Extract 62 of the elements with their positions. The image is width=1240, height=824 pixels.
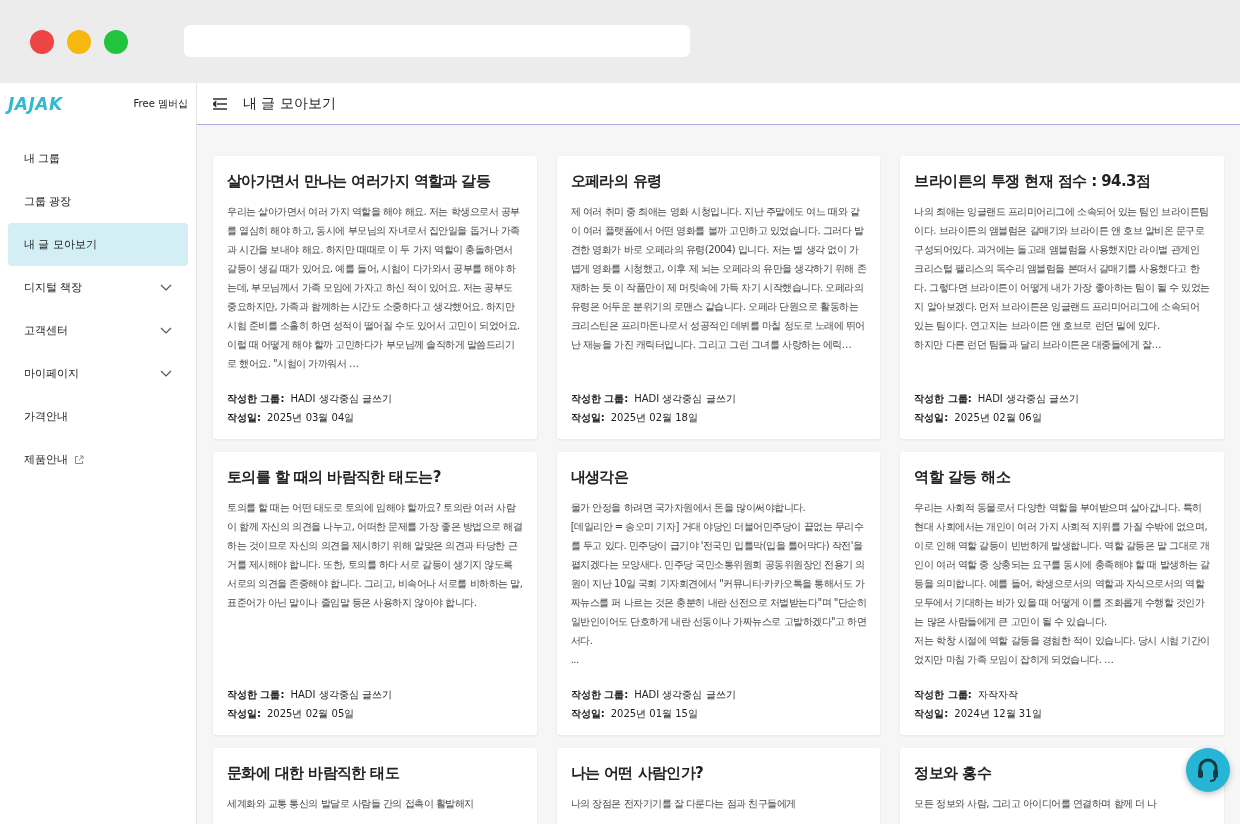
group-value: HADI 생각중심 글쓰기 [634,688,736,702]
post-excerpt: 나의 장점은 전자기기를 잘 다룬다는 점과 친구들에게 [570,797,797,811]
sidebar-item[interactable]: 내 그룹 [8,137,188,180]
post-excerpt: 우리는 사회적 동물로서 다양한 역할을 부여받으며 살아갑니다. 특히 현대 사회에서는 개인이 여러 가지 사회적 지위를 가질 수밖에 없으며, 이로 인해 역할 갈등이 빈번하게 발생합니다. 역할 갈등은 말 그대로 개인이 여러 역할 중 상충되는 요구를 동시에 충족해야 할 때 발생하는 갈등을 의미합니다. 예를 들어, 학생으로서의 역할과 자식으로서의 역할 모두에서 기대하는 바가 있을 때 어떻게 이를 조화롭게 수행할 것인가는 많은 사람들에게 큰 고민이 될 수 있습니다. 저는 학창 시절에 역할 갈등을 경험한 적이 있습니다. 당시 시험 기간이었지만 마침 가족 모임이 잡히게 되었습니다. … [914,501,1210,667]
menu-icon[interactable] [213,97,227,110]
group-value: HADI 생각중심 글쓰기 [977,392,1080,406]
date-value: 2025년 02월 06일 [954,411,1042,425]
sidebar-item[interactable]: 제품안내 [8,438,188,481]
sidebar-item[interactable]: 그룹 광장 [8,180,188,223]
post-title[interactable]: 나는 어떤 사람인가? [570,762,704,784]
group-label: 작성한 그룹: [227,392,285,406]
membership-label: Free 멤버십 [133,96,188,111]
group-label: 작성한 그룹: [914,392,972,406]
post-title[interactable]: 토의를 할 때의 바람직한 태도는? [227,466,441,488]
post-card[interactable]: 문화에 대한 바람직한 태도 세계화와 교통 통신의 발달로 사람들 간의 접촉이 활발해지 [213,748,537,824]
date-value: 2025년 02월 18일 [610,411,698,425]
page-title: 내 글 모아보기 [243,94,336,113]
date-value: 2025년 03월 04일 [267,411,355,425]
date-label: 작성일: [570,411,605,425]
post-excerpt: 모든 정보와 사람, 그리고 아이디어를 연결하며 함께 더 나 [914,797,1158,811]
date-label: 작성일: [914,411,949,425]
group-value: HADI 생각중심 글쓰기 [290,392,392,406]
sidebar-item[interactable]: 디지털 책장 [8,266,188,309]
group-value: HADI 생각중심 글쓰기 [290,688,392,702]
group-label: 작성한 그룹: [914,688,972,702]
post-title[interactable]: 내생각은 [570,466,629,488]
post-excerpt: 우리는 살아가면서 여러 가지 역할을 해야 해요. 저는 학생으로서 공부를 열심히 해야 하고, 동시에 부모님의 자녀로서 집안일을 돕거나 가족과 시간을 보내야 해요. 하지만 때때로 이 두 가지 역할이 충돌하면서 갈등이 생길 때가 있어요. 예를 들어, 시험이 다가와서 공부를 해야 하는데, 부모님께서 가족 모임에 가자고 하신 적이 있어요. 저는 공부도 중요하지만, 가족과 함께하는 시간도 소중하다고 생각했어요. 하지만 시험 준비를 소홀히 하면 성적이 떨어질 수도 있어서 고민이 되었어요. 이럴 때 어떻게 해야 할까 고민하다가 부모님께 솔직하게 말씀드리기로 했어요. "시험이 가까워서 … [227,205,521,371]
group-value: HADI 생각중심 글쓰기 [634,392,736,406]
date-label: 작성일: [914,707,949,721]
post-title[interactable]: 살아가면서 만나는 여러가지 역할과 갈등 [227,170,491,192]
post-title[interactable]: 브라이튼의 투쟁 현재 점수 : 94.3점 [914,170,1151,192]
external-link-icon [74,454,84,465]
date-value: 2024년 12월 31일 [954,707,1042,721]
post-title[interactable]: 오페라의 유령 [570,170,662,192]
sidebar-item[interactable]: 마이페이지 [8,352,188,395]
headset-icon [1197,758,1219,782]
group-value: 자작자작 [977,688,1018,702]
post-excerpt: 제 여러 취미 중 최애는 영화 시청입니다. 지난 주말에도 여느 때와 같이 여러 플랫폼에서 어떤 영화를 볼까 고민하고 있었습니다. 그러다 발견한 영화가 바로 오페라의 유령(2004) 입니다. 저는 별 생각 없이 가볍게 영화를 시청했고, 이후 제 뇌는 오페라의 유만을 생각하기 위해 존재하는 듯 이 작품만이 제 머릿속에 가득 차기 시작했습니다. 오페라의 유령은 어두운 분위기의 로맨스 같습니다. 오페라 단원으로 활동하는 크리스틴은 프리마돈나로서 성공적인 데뷔를 마칠 정도로 노래에 뛰어난 재능을 가진 캐릭터입니다. 그리고 그런 그녀를 사랑하는 에릭… [570,205,867,352]
post-excerpt: 나의 최애는 잉글랜드 프리미어리그에 소속되어 있는 팀인 브라이튼팀이다. 브라이튼의 앰블럼은 갈매기와 브라이튼 앤 호브 알비온 문구로 구성되어있다. 과거에는 돌고래 앰블럼을 사용했지만 라이벌 관계인 크리스털 팰리스의 독수리 앰블럼을 본떠서 갈매기를 사용했다고 한다. 그렇다면 브라이튼이 어떻게 내가 가장 좋아하는 팀이 될 수 있었는지 알아보겠다. 먼저 브라이튼은 잉글랜드 프리미어리그에 소속되어 있는 팀이다. 연고지는 브라이튼 앤 호브로 런던 밑에 있다. 하지만 다른 런던 팀들과 달리 브라이튼은 대중들에게 잘… [914,205,1210,352]
chevron-down-icon [160,327,172,334]
date-value: 2025년 02월 05일 [267,707,355,721]
group-label: 작성한 그룹: [570,688,629,702]
sidebar-item[interactable]: 가격안내 [8,395,188,438]
date-value: 2025년 01월 15일 [610,707,698,721]
post-card[interactable]: 정보와 홍수 모든 정보와 사람, 그리고 아이디어를 연결하며 함께 더 나 [900,748,1224,824]
post-excerpt: 세계화와 교통 통신의 발달로 사람들 간의 접촉이 활발해지 [227,797,475,811]
post-title[interactable]: 정보와 홍수 [914,762,991,784]
chevron-down-icon [160,284,172,291]
group-label: 작성한 그룹: [227,688,285,702]
group-label: 작성한 그룹: [570,392,629,406]
close-window-button[interactable] [30,29,54,54]
sidebar-item[interactable]: 고객센터 [8,309,188,352]
post-card[interactable]: 나는 어떤 사람인가? 나의 장점은 전자기기를 잘 다룬다는 점과 친구들에게 [556,748,881,824]
date-label: 작성일: [227,411,261,425]
sidebar-item[interactable]: 내 글 모아보기 [8,223,188,266]
date-label: 작성일: [227,707,261,721]
date-label: 작성일: [570,707,605,721]
post-excerpt: 물가 안정을 하려면 국가차원에서 돈을 많이써야합니다. [데일리안 = 송오미 기자] 거대 야당인 더불어민주당이 끝없는 무리수를 두고 있다. 민주당이 급기야 '전국민 입틀막(입을 틀어막다) 작전'을 펼치겠다는 모양새다. 민주당 국민소통위원회 공동위원장인 전용기 의원이 지난 10일 국회 기자회견에서 "커뮤니티·카카오톡을 통해서도 가짜뉴스를 퍼 나르는 것은 충분히 내란 선전으로 처벌받는다"며 "단순히 일반인이어도 단호하게 내란 선동이나 가짜뉴스로 고발하겠다"고 하면서다. ... [570,501,867,667]
post-excerpt: 토의를 할 때는 어떤 태도로 토의에 임해야 할까요? 토의란 여러 사람이 함께 자신의 의견을 나누고, 어떠한 문제를 가장 좋은 방법으로 해결하는 것이므로 자신의 의견을 제시하기 위해 알맞은 의견과 타당한 근거를 제시해야 합니다. 또한, 토의를 하다 서로 갈등이 생기지 않도록 서로의 의견을 존중해야 합니다. 그리고, 비속어나 서로를 비하하는 말, 표준어가 아닌 말이나 줄임말 등은 사용하지 않아야 합니다. [227,501,523,610]
post-title[interactable]: 역할 갈등 해소 [914,466,1010,488]
chevron-down-icon [160,370,172,377]
post-title[interactable]: 문화에 대한 바람직한 태도 [227,762,400,784]
